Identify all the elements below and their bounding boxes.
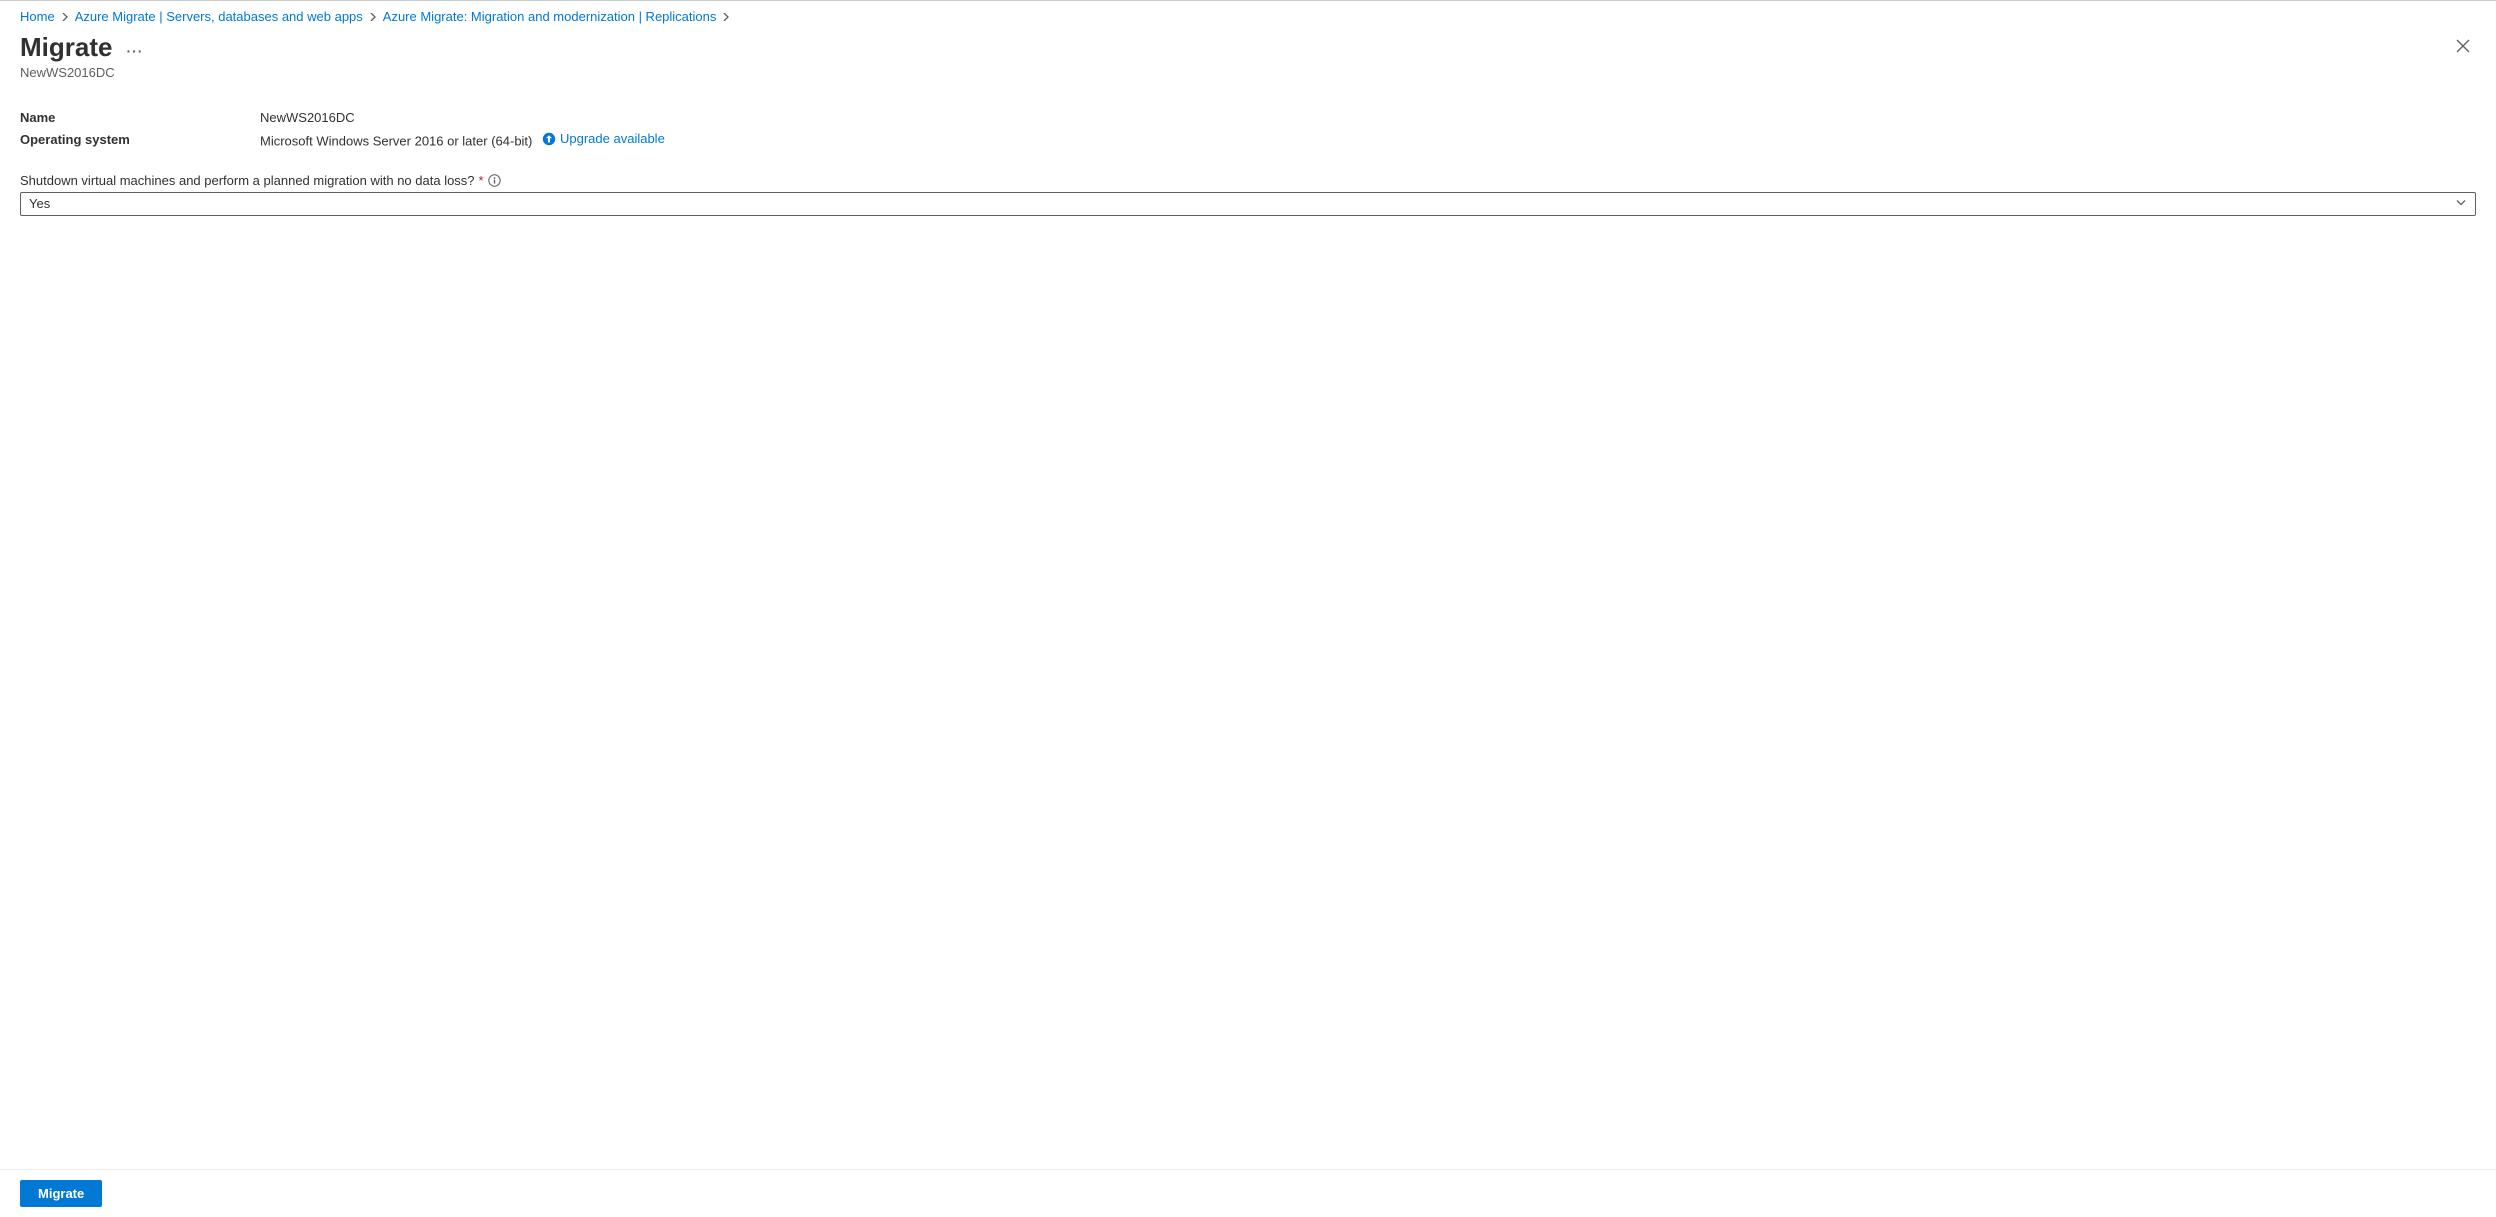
breadcrumb-home[interactable]: Home [20,9,55,24]
os-value-text: Microsoft Windows Server 2016 or later (… [260,134,532,149]
page-subtitle: NewWS2016DC [20,65,2450,80]
more-actions-icon[interactable]: ··· [126,37,143,59]
chevron-right-icon [61,10,69,24]
chevron-right-icon [722,10,730,24]
upgrade-link-text: Upgrade available [560,131,665,146]
content-area: Name NewWS2016DC Operating system Micros… [0,80,2496,1169]
page-title: Migrate [20,32,112,63]
name-value: NewWS2016DC [260,110,355,125]
field-os: Operating system Microsoft Windows Serve… [20,131,2476,149]
breadcrumb-replications[interactable]: Azure Migrate: Migration and modernizati… [383,9,717,24]
shutdown-select-value: Yes [29,196,50,211]
close-button[interactable] [2450,32,2476,62]
chevron-right-icon [369,10,377,24]
shutdown-select[interactable]: Yes [20,192,2476,216]
breadcrumb: Home Azure Migrate | Servers, databases … [0,1,2496,28]
info-icon[interactable] [488,173,502,187]
chevron-down-icon [2455,196,2467,211]
upgrade-icon [542,132,556,146]
shutdown-label: Shutdown virtual machines and perform a … [20,173,475,188]
os-value: Microsoft Windows Server 2016 or later (… [260,131,665,149]
name-label: Name [20,110,260,125]
migrate-button[interactable]: Migrate [20,1180,102,1207]
breadcrumb-azure-migrate[interactable]: Azure Migrate | Servers, databases and w… [75,9,363,24]
shutdown-form-group: Shutdown virtual machines and perform a … [20,173,2476,216]
page-title-row: Migrate ··· [20,32,2450,63]
page-header: Migrate ··· NewWS2016DC [0,28,2496,80]
os-label: Operating system [20,132,260,147]
upgrade-available-link[interactable]: Upgrade available [542,131,665,146]
shutdown-label-row: Shutdown virtual machines and perform a … [20,173,2476,188]
footer: Migrate [0,1169,2496,1217]
field-name: Name NewWS2016DC [20,110,2476,125]
required-asterisk: * [479,173,484,188]
